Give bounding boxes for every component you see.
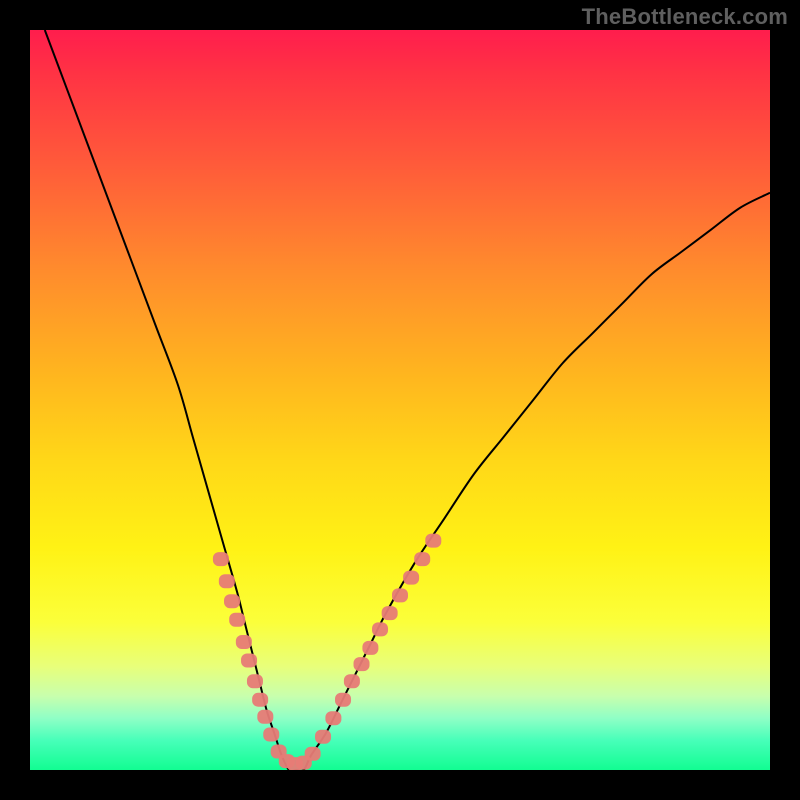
highlight-marker <box>344 674 360 688</box>
highlight-marker <box>354 657 370 671</box>
highlight-marker <box>224 594 240 608</box>
highlight-marker <box>362 641 378 655</box>
highlight-marker <box>257 710 273 724</box>
plot-area <box>30 30 770 770</box>
highlight-marker <box>305 747 321 761</box>
highlight-marker <box>403 571 419 585</box>
highlight-marker <box>229 613 245 627</box>
highlight-marker <box>372 622 388 636</box>
bottleneck-curve <box>45 30 770 770</box>
highlight-marker <box>382 606 398 620</box>
highlight-marker <box>247 674 263 688</box>
highlight-marker <box>219 574 235 588</box>
highlight-marker <box>425 534 441 548</box>
highlight-marker <box>315 730 331 744</box>
highlight-marker <box>392 588 408 602</box>
highlight-marker <box>236 635 252 649</box>
highlight-marker <box>325 711 341 725</box>
curve-layer <box>30 30 770 770</box>
highlight-marker <box>252 693 268 707</box>
watermark-text: TheBottleneck.com <box>582 4 788 30</box>
chart-frame: TheBottleneck.com <box>0 0 800 800</box>
highlight-marker <box>263 727 279 741</box>
highlight-marker <box>213 552 229 566</box>
highlight-marker <box>414 552 430 566</box>
highlight-marker <box>241 653 257 667</box>
highlight-marker <box>335 693 351 707</box>
